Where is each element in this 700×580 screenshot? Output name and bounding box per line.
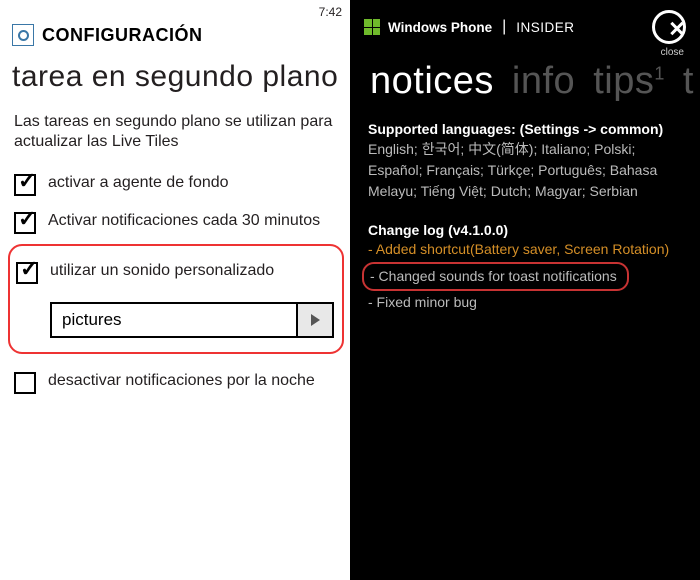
changelog-section: Change log (v4.1.0.0) - Added shortcut(B… xyxy=(368,202,682,313)
checkbox-icon[interactable] xyxy=(14,174,36,196)
sound-name-input[interactable] xyxy=(50,302,298,338)
pivot-tab-tips[interactable]: tips1 xyxy=(593,60,665,103)
checkbox-icon[interactable] xyxy=(14,372,36,394)
status-time: 7:42 xyxy=(319,5,342,19)
option-label: Activar notificaciones cada 30 minutos xyxy=(48,212,320,230)
close-label: close xyxy=(661,47,684,58)
checkbox-icon[interactable] xyxy=(16,262,38,284)
left-screen: 7:42 CONFIGURACIÓN tarea en segundo plan… xyxy=(0,0,350,580)
changelog-fixed: - Fixed minor bug xyxy=(368,291,682,313)
pivot-tabs[interactable]: tarea en segundo plano genera xyxy=(0,50,350,94)
changelog-changed-highlight: - Changed sounds for toast notifications xyxy=(362,262,629,290)
changelog-changed-row: - Changed sounds for toast notifications xyxy=(368,260,682,290)
changelog-added: - Added shortcut(Battery saver, Screen R… xyxy=(368,238,682,260)
status-bar: 7:42 xyxy=(0,0,350,20)
close-button[interactable] xyxy=(652,10,686,44)
wp-title: Windows Phone xyxy=(388,20,492,35)
options-list-2: desactivar notificaciones por la noche xyxy=(0,364,350,402)
supported-title: Supported languages: (Settings -> common… xyxy=(368,121,682,137)
supported-body: English; 한국어; 中文(简体); Italiano; Polski; … xyxy=(368,137,682,202)
option-notify-30[interactable]: Activar notificaciones cada 30 minutos xyxy=(14,204,336,242)
wp-header: Windows Phone | INSIDER xyxy=(350,0,700,44)
play-sound-button[interactable] xyxy=(298,302,334,338)
description-text: Las tareas en segundo plano se utilizan … xyxy=(0,94,350,166)
sound-selector-row xyxy=(16,292,334,338)
right-screen: Windows Phone | INSIDER close notices in… xyxy=(350,0,700,580)
wp-brand: Windows Phone | INSIDER xyxy=(364,18,575,36)
checkbox-icon[interactable] xyxy=(14,212,36,234)
pivot-tab-info[interactable]: info xyxy=(512,60,575,103)
app-title: CONFIGURACIÓN xyxy=(42,25,203,46)
options-list: activar a agente de fondo Activar notifi… xyxy=(0,166,350,242)
app-header: CONFIGURACIÓN xyxy=(0,20,350,50)
windows-logo-icon xyxy=(364,19,380,35)
option-label: utilizar un sonido personalizado xyxy=(50,262,274,280)
changelog-title: Change log (v4.1.0.0) xyxy=(368,222,682,238)
play-icon xyxy=(311,314,320,326)
pivot-tab-truncated[interactable]: t xyxy=(683,60,694,103)
option-enable-agent[interactable]: activar a agente de fondo xyxy=(14,166,336,204)
option-custom-sound[interactable]: utilizar un sonido personalizado xyxy=(16,254,334,292)
instagram-icon xyxy=(12,24,34,46)
option-label: desactivar notificaciones por la noche xyxy=(48,372,315,390)
pivot-tab-tips-label: tips xyxy=(593,60,654,102)
supported-languages-section: Supported languages: (Settings -> common… xyxy=(350,103,700,313)
wp-subtitle: INSIDER xyxy=(516,20,574,35)
custom-sound-highlight: utilizar un sonido personalizado xyxy=(8,244,344,354)
option-disable-night[interactable]: desactivar notificaciones por la noche xyxy=(14,364,336,402)
pivot-tab-notices[interactable]: notices xyxy=(370,60,494,103)
tips-badge: 1 xyxy=(654,63,665,83)
divider: | xyxy=(502,18,506,36)
right-pivot-tabs[interactable]: notices info tips1 t xyxy=(350,44,700,103)
pivot-tab-background-task[interactable]: tarea en segundo plano xyxy=(12,60,338,94)
option-label: activar a agente de fondo xyxy=(48,174,229,192)
